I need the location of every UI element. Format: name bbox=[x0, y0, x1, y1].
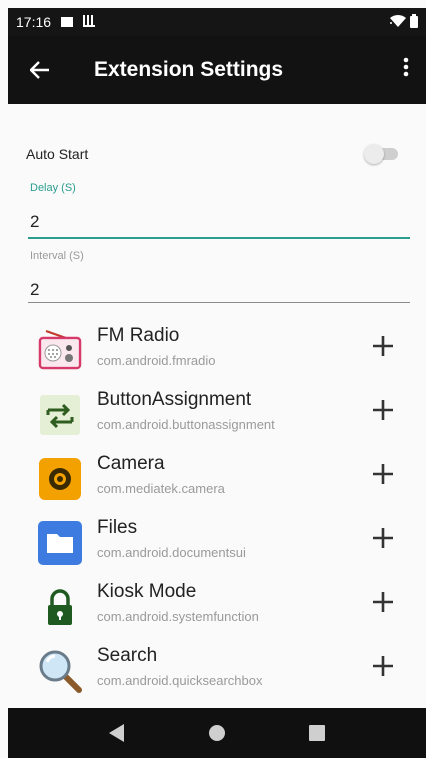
app-name: Camera bbox=[97, 453, 165, 474]
screen: 17:16 Extension Settings Auto Start Dela… bbox=[0, 0, 426, 758]
app-package: com.android.documentsui bbox=[97, 545, 246, 560]
list-item[interactable]: Camera com.mediatek.camera bbox=[8, 444, 426, 508]
settings-content: Auto Start Delay (S) 2 Interval (S) 2 FM… bbox=[8, 104, 426, 708]
button-assignment-icon bbox=[36, 391, 84, 439]
app-name: Kiosk Mode bbox=[97, 581, 197, 602]
app-package: com.android.buttonassignment bbox=[97, 417, 275, 432]
page-title: Extension Settings bbox=[94, 58, 284, 81]
interval-label: Interval (S) bbox=[30, 250, 84, 262]
add-icon[interactable] bbox=[368, 334, 398, 364]
app-name: Files bbox=[97, 517, 138, 538]
arrow-left-icon[interactable] bbox=[8, 55, 72, 86]
delay-input[interactable]: 2 bbox=[30, 212, 39, 232]
app-package: com.android.quicksearchbox bbox=[97, 673, 263, 688]
nav-home-icon[interactable] bbox=[202, 718, 232, 748]
files-icon bbox=[36, 519, 84, 567]
app-bar: Extension Settings bbox=[8, 36, 426, 104]
kiosk-lock-icon bbox=[36, 583, 84, 631]
list-item[interactable]: Kiosk Mode com.android.systemfunction bbox=[8, 572, 426, 636]
add-icon[interactable] bbox=[368, 526, 398, 556]
app-name: ButtonAssignment bbox=[97, 389, 252, 410]
notification-icon bbox=[61, 17, 74, 27]
list-item[interactable]: Files com.android.documentsui bbox=[8, 508, 426, 572]
app-package: com.android.systemfunction bbox=[97, 609, 259, 624]
battery-icon bbox=[410, 13, 418, 31]
more-vert-icon[interactable] bbox=[386, 57, 426, 83]
nav-recents-icon[interactable] bbox=[302, 718, 332, 748]
list-item[interactable]: ButtonAssignment com.android.buttonassig… bbox=[8, 380, 426, 444]
add-icon[interactable] bbox=[368, 462, 398, 492]
list-item[interactable]: FM Radio com.android.fmradio bbox=[8, 316, 426, 380]
app-package: com.mediatek.camera bbox=[97, 481, 225, 496]
add-icon[interactable] bbox=[368, 654, 398, 684]
status-bar: 17:16 bbox=[8, 8, 426, 36]
app-name: Search bbox=[97, 645, 158, 666]
app-package: com.android.fmradio bbox=[97, 353, 216, 368]
toggle-thumb bbox=[364, 144, 384, 164]
status-time: 17:16 bbox=[16, 14, 52, 30]
wifi-icon bbox=[390, 14, 406, 31]
auto-start-toggle[interactable] bbox=[364, 142, 404, 166]
app-name: FM Radio bbox=[97, 325, 180, 346]
camera-icon bbox=[36, 455, 84, 503]
interval-input[interactable]: 2 bbox=[30, 280, 39, 300]
nav-back-icon[interactable] bbox=[102, 718, 132, 748]
auto-start-label: Auto Start bbox=[26, 146, 89, 162]
signal-icon bbox=[83, 14, 97, 30]
app-list: FM Radio com.android.fmradio ButtonAssig… bbox=[8, 316, 426, 700]
add-icon[interactable] bbox=[368, 590, 398, 620]
delay-underline bbox=[28, 237, 410, 239]
list-item[interactable]: Search com.android.quicksearchbox bbox=[8, 636, 426, 700]
fm-radio-icon bbox=[36, 327, 84, 375]
interval-underline bbox=[28, 302, 410, 303]
delay-label: Delay (S) bbox=[30, 182, 76, 194]
search-icon bbox=[36, 647, 84, 695]
add-icon[interactable] bbox=[368, 398, 398, 428]
navigation-bar bbox=[8, 708, 426, 758]
